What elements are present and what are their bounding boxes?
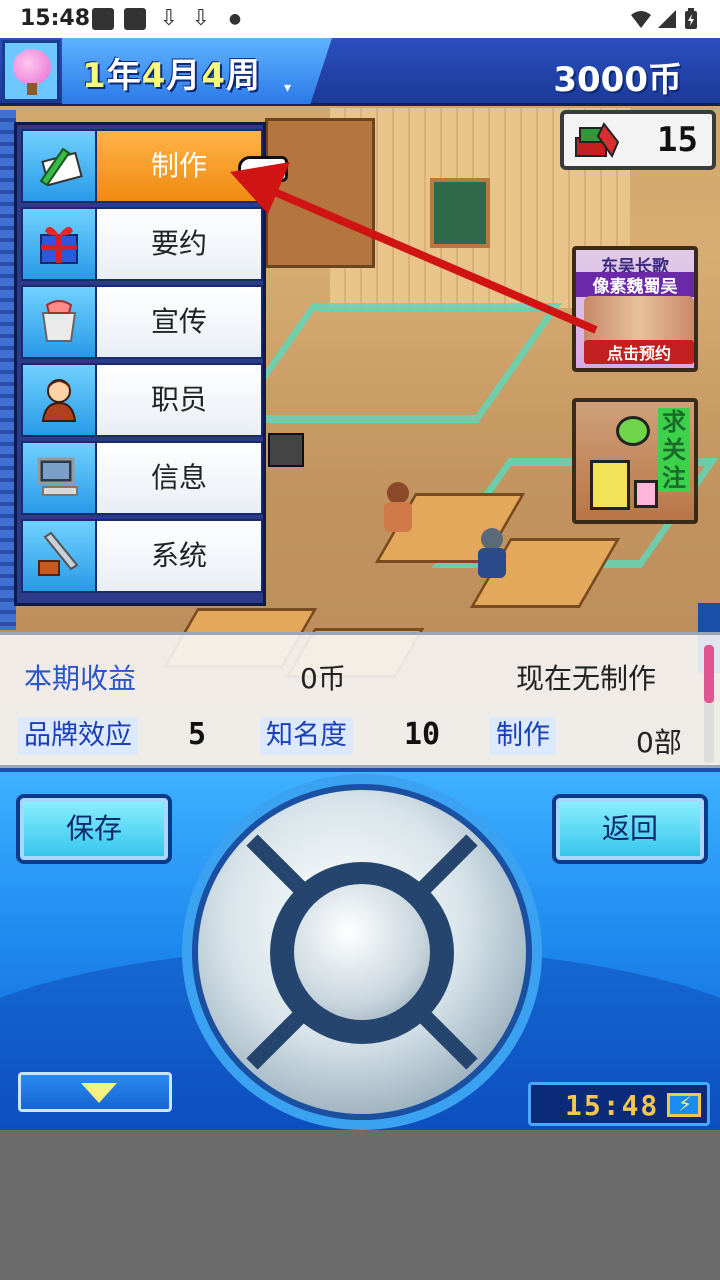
dot-icon: ● [228,11,242,27]
info-scrollbar[interactable] [704,645,714,763]
fan-counter[interactable]: 15 [560,110,716,170]
gift-icon [40,226,78,264]
dpad-center-button[interactable] [294,884,430,1020]
signal-icon [658,10,676,28]
fame-value: 10 [404,717,441,752]
promo-card-game[interactable]: 东吴长歌 像素魏蜀吴 点击预约 [572,246,698,372]
save-button[interactable]: 保存 [16,794,172,864]
books-pen-icon [575,122,620,159]
menu-label: 制作 [150,149,207,182]
menu-item-info[interactable]: 信息 [21,441,263,515]
empty-area [0,1130,720,1280]
staff-character[interactable] [476,528,506,578]
yellow-robot-icon [590,460,630,510]
brand-label: 品牌效应 [18,717,138,755]
production-label: 制作 [490,717,556,755]
income-value: 0币 [300,662,346,695]
paper-basket-icon [41,300,77,342]
promo-subtitle: 像素魏蜀吴 [576,272,694,297]
wrench-toolbox-icon [38,531,79,576]
pencil-paper-icon [39,147,83,187]
staff-person-icon [41,379,77,422]
status-panel: 本期收益 0币 现在无制作 品牌效应 5 知名度 10 制作 0部 [0,632,720,768]
status-time: 15:48 [20,6,91,31]
month-unit: 月 [166,56,202,96]
follow-text: 求 关 注 [658,408,690,492]
pointing-hand-icon [238,156,288,182]
computer-icon [37,457,78,496]
week-unit: 周 [226,56,262,96]
wifi-icon [631,11,651,28]
income-label: 本期收益 [24,662,137,695]
menu-item-offer[interactable]: 要约 [21,207,263,281]
square-icon [124,8,146,30]
fame-label: 知名度 [260,717,353,755]
menu-item-promotion[interactable]: 宣传 [21,285,263,359]
download-icon: ⇩ [191,6,211,31]
promo-cta: 点击预约 [584,340,694,364]
square-icon [92,8,114,30]
menu-label: 职员 [150,383,207,416]
chevron-down-icon[interactable]: ▾ [284,80,291,96]
pink-gift-icon [634,480,658,508]
scroll-down-button[interactable] [18,1072,172,1112]
money-display: 3000币 [553,60,682,100]
bulletin-board [430,178,490,248]
menu-item-system[interactable]: 系统 [21,519,263,593]
controller-panel: 保存 返回 15:48 ⚡ [0,768,720,1187]
staff-character[interactable] [382,482,412,532]
back-button[interactable]: 返回 [552,794,708,864]
down-triangle-icon [81,1083,117,1103]
brand-value: 5 [188,717,207,752]
cherry-tree-icon [13,49,51,85]
battery-icon: ⚡ [667,1092,701,1117]
avatar[interactable] [2,40,60,102]
download-icon: ⇩ [159,6,179,31]
characters-illustration [584,296,694,346]
year-number: 1 [82,56,107,96]
status-bar: 15:48 ⇩ ⇩ ● [0,0,720,38]
office-rug [227,303,563,423]
menu-item-produce[interactable]: 制作 [21,129,263,203]
main-menu: 制作 要约 宣传 职员 信息 系统 [14,122,266,606]
week-number: 4 [201,56,227,96]
computer-monitor [268,433,304,467]
clock-time: 15:48 [565,1089,660,1122]
promo-card-follow[interactable]: 求 关 注 [572,398,698,524]
battery-icon [685,8,697,29]
bookshelf [265,118,375,268]
menu-label: 信息 [150,461,207,494]
menu-item-staff[interactable]: 职员 [21,363,263,437]
menu-label: 系统 [150,539,207,572]
game-date[interactable]: 1年4月4周 [82,48,261,97]
fan-count: 15 [657,120,698,160]
menu-label: 要约 [150,227,207,260]
game-clock: 15:48 ⚡ [528,1082,710,1126]
production-status: 现在无制作 [516,662,657,695]
production-count: 0部 [636,726,682,759]
month-number: 4 [141,56,167,96]
year-unit: 年 [106,56,142,96]
top-header: 1年4月4周 3000币 [0,38,720,106]
menu-label: 宣传 [150,305,207,338]
green-mascot-icon [616,416,650,446]
